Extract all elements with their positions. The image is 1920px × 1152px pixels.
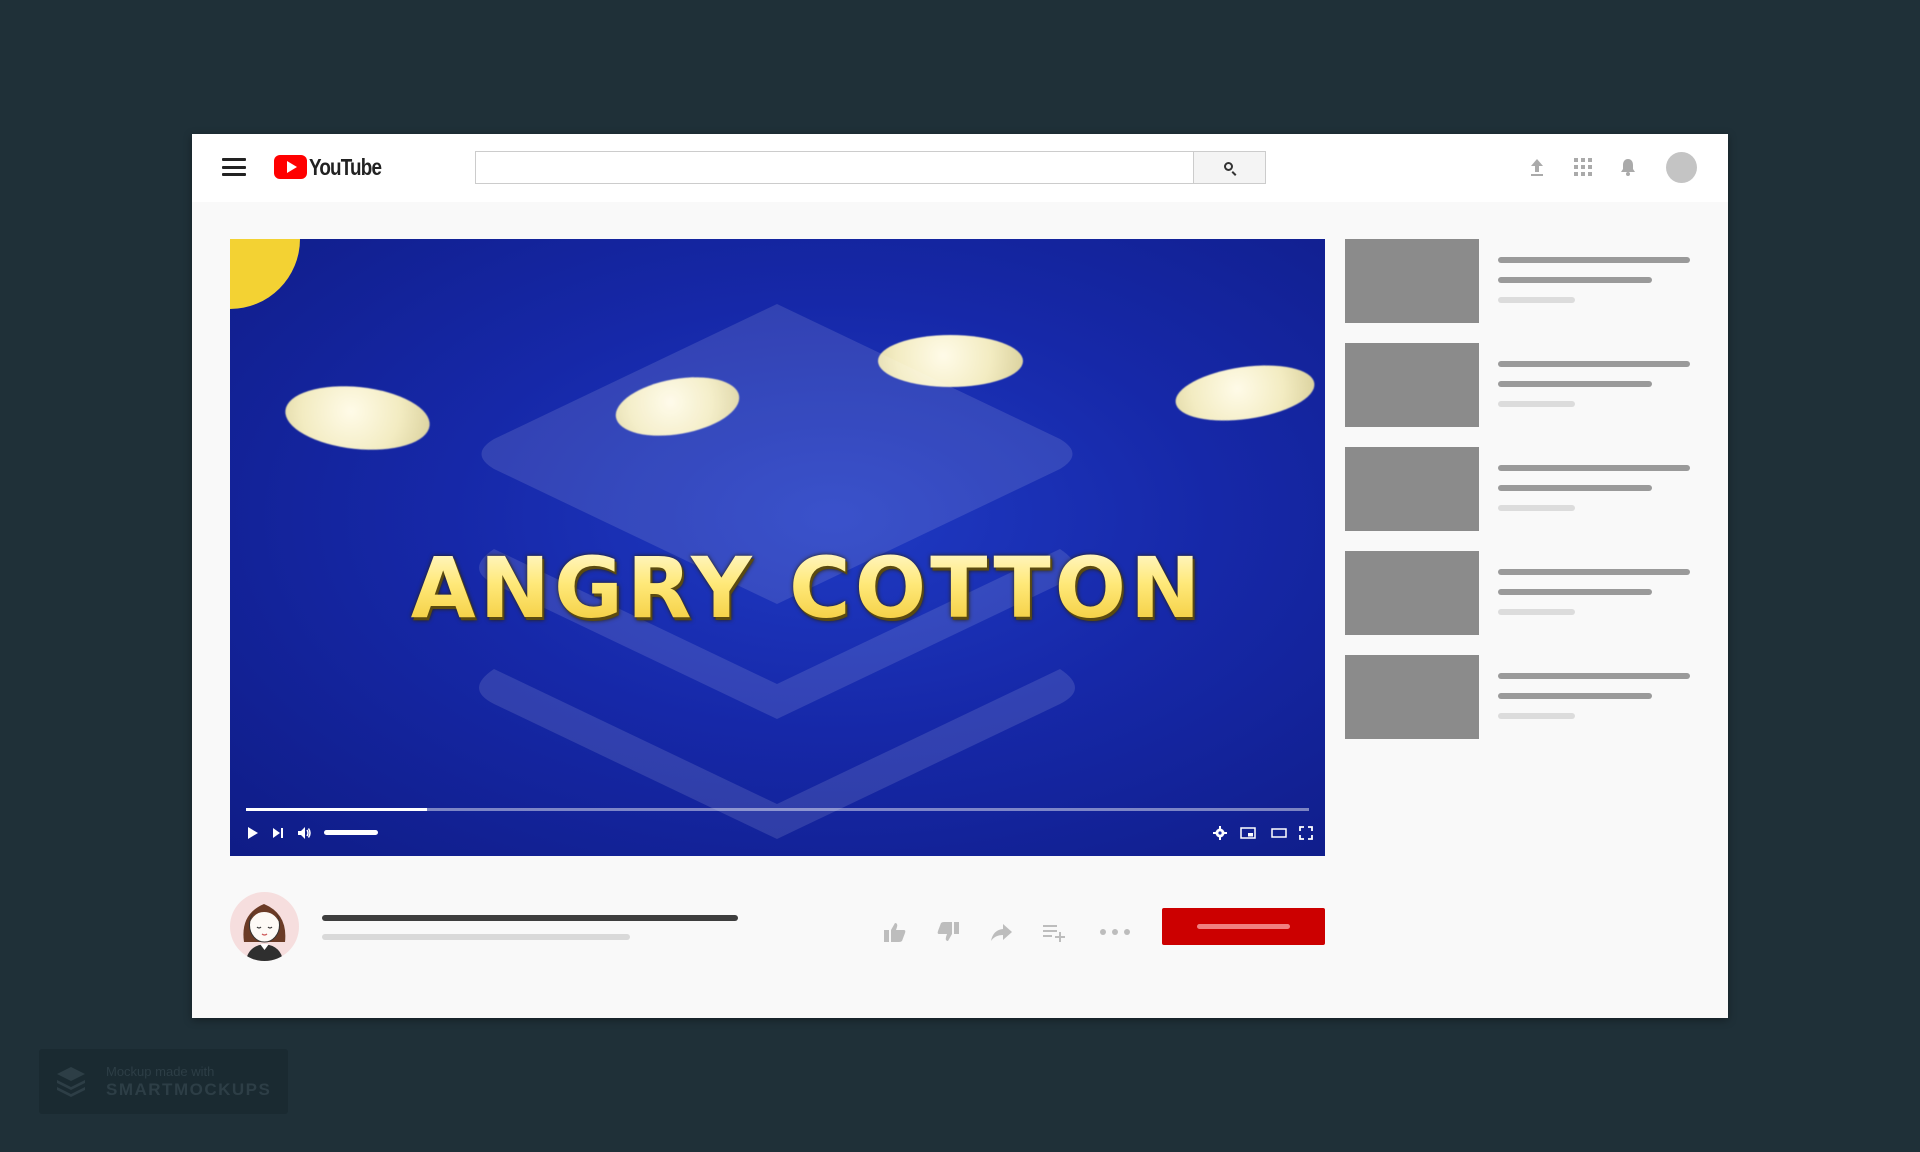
thumbnail-placeholder (1345, 343, 1479, 427)
video-info-row (230, 892, 1325, 962)
theater-mode-icon[interactable] (1271, 825, 1287, 841)
thumbs-down-icon[interactable] (935, 920, 961, 944)
playlist-add-icon[interactable] (1041, 920, 1067, 944)
top-bar: YouTube (192, 134, 1728, 202)
search-icon (1224, 162, 1233, 171)
play-icon[interactable] (244, 825, 260, 841)
subscribe-label-placeholder (1197, 924, 1290, 929)
thumbs-up-icon[interactable] (882, 920, 908, 944)
video-title-placeholder (322, 915, 738, 921)
skip-next-icon[interactable] (270, 825, 286, 841)
apps-icon[interactable] (1572, 156, 1594, 178)
text-placeholder (1498, 465, 1690, 471)
video-title-overlay: ANGRY COTTON (260, 539, 1325, 637)
thumbnail-placeholder (1345, 239, 1479, 323)
recommendation-item[interactable] (1345, 655, 1705, 740)
progress-bar[interactable] (246, 808, 1309, 811)
badge-caption: Mockup made with (106, 1064, 215, 1079)
text-placeholder (1498, 277, 1652, 283)
thumbnail-placeholder (1345, 551, 1479, 635)
recommendation-item[interactable] (1345, 239, 1705, 324)
user-avatar[interactable] (1666, 152, 1697, 183)
recommendation-item[interactable] (1345, 343, 1705, 428)
share-arrow-icon[interactable] (988, 920, 1014, 944)
text-placeholder (1498, 361, 1690, 367)
play-logo-icon (274, 155, 307, 179)
bell-icon[interactable] (1617, 156, 1639, 178)
gear-icon[interactable] (1212, 825, 1228, 841)
volume-icon[interactable] (296, 825, 312, 841)
progress-fill (246, 808, 427, 811)
text-placeholder (1498, 569, 1690, 575)
more-dots-icon[interactable] (1098, 920, 1132, 944)
miniplayer-icon[interactable] (1240, 825, 1256, 841)
text-placeholder (1498, 693, 1652, 699)
subscribe-button[interactable] (1162, 908, 1325, 945)
text-placeholder (1498, 257, 1690, 263)
text-placeholder (1498, 297, 1575, 303)
fullscreen-icon[interactable] (1298, 825, 1314, 841)
text-placeholder (1498, 505, 1575, 511)
player-controls (230, 806, 1325, 856)
text-placeholder (1498, 713, 1575, 719)
video-player[interactable]: ANGRY COTTON (230, 239, 1325, 856)
text-placeholder (1498, 401, 1575, 407)
browser-window: YouTube ANGRY COTTON (192, 134, 1728, 1018)
search-input[interactable] (475, 151, 1194, 184)
upload-icon[interactable] (1526, 156, 1548, 178)
recommendation-item[interactable] (1345, 551, 1705, 636)
thumbnail-placeholder (1345, 655, 1479, 739)
text-placeholder (1498, 485, 1652, 491)
badge-brand: SMARTMOCKUPS (106, 1080, 272, 1099)
recommendation-item[interactable] (1345, 447, 1705, 532)
search-button[interactable] (1193, 151, 1266, 184)
logo-text: YouTube (309, 153, 382, 180)
text-placeholder (1498, 673, 1690, 679)
girl-avatar-icon (243, 904, 286, 961)
hamburger-menu-icon[interactable] (222, 158, 246, 176)
volume-slider[interactable] (324, 830, 378, 835)
youtube-logo[interactable]: YouTube (274, 154, 397, 180)
text-placeholder (1498, 609, 1575, 615)
text-placeholder (1498, 381, 1652, 387)
layers-logo-icon (57, 1067, 85, 1097)
smartmockups-badge: Mockup made with SMARTMOCKUPS (39, 1049, 288, 1114)
video-meta-placeholder (322, 934, 630, 940)
text-placeholder (1498, 589, 1652, 595)
thumbnail-placeholder (1345, 447, 1479, 531)
channel-avatar[interactable] (230, 892, 299, 961)
